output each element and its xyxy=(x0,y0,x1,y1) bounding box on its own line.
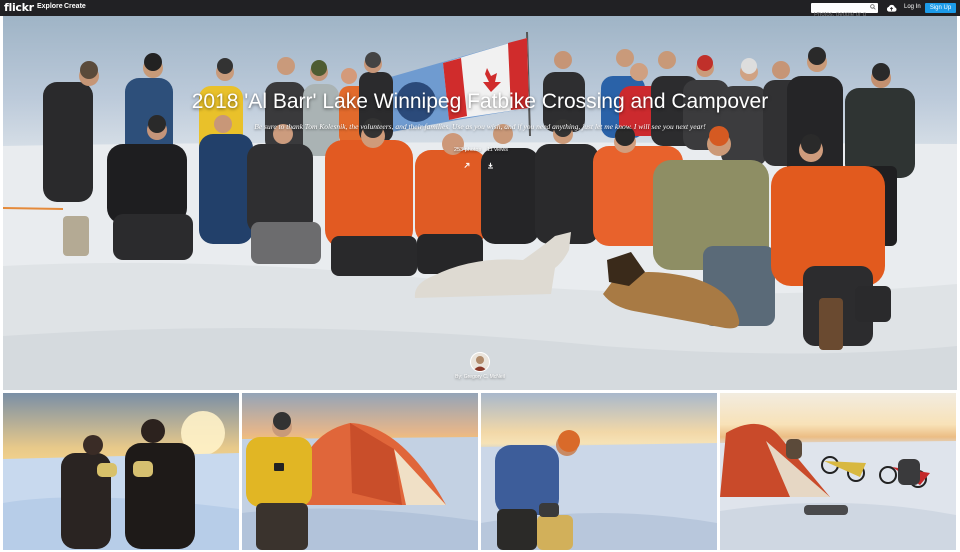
download-icon[interactable] xyxy=(487,162,494,169)
author-avatar[interactable] xyxy=(470,352,490,372)
flickr-logo[interactable]: flickr xyxy=(4,1,34,14)
group-photo-scene xyxy=(3,31,957,390)
search-box[interactable] xyxy=(811,3,878,20)
search-icon[interactable] xyxy=(870,4,876,10)
photo-two-people-sunset xyxy=(3,393,239,550)
signup-button[interactable]: Sign Up xyxy=(925,3,956,13)
photo-thumbnail[interactable] xyxy=(481,393,717,550)
nav-create[interactable]: Create xyxy=(64,3,86,10)
top-navigation-bar: flickr Explore Create Log In Sign Up xyxy=(0,0,960,20)
avatar-image xyxy=(473,356,487,371)
nav-explore[interactable]: Explore xyxy=(37,3,63,10)
photo-man-blue-jacket xyxy=(481,393,717,550)
photo-thumbnail[interactable] xyxy=(720,393,956,550)
photo-tent-yellow-jacket xyxy=(242,393,478,550)
views-count: 11 views xyxy=(487,147,508,153)
share-icon[interactable] xyxy=(464,162,471,169)
photo-thumbnail[interactable] xyxy=(242,393,478,550)
login-link[interactable]: Log In xyxy=(904,4,921,10)
album-description: Be sure to thank Tom Kolesnik, the volun… xyxy=(254,122,706,131)
photo-tent-bikes-snow xyxy=(720,393,956,550)
upload-cloud-icon[interactable] xyxy=(886,3,897,13)
photos-count: 253 photos xyxy=(454,147,482,153)
album-title: 2018 'Al Barr' Lake Winnipeg Fatbike Cro… xyxy=(191,90,769,113)
photo-thumbnail[interactable] xyxy=(3,393,239,550)
album-cover-photo: 2018 'Al Barr' Lake Winnipeg Fatbike Cro… xyxy=(3,16,957,390)
author-name[interactable]: By: Gregory C. McNeil xyxy=(3,374,957,380)
